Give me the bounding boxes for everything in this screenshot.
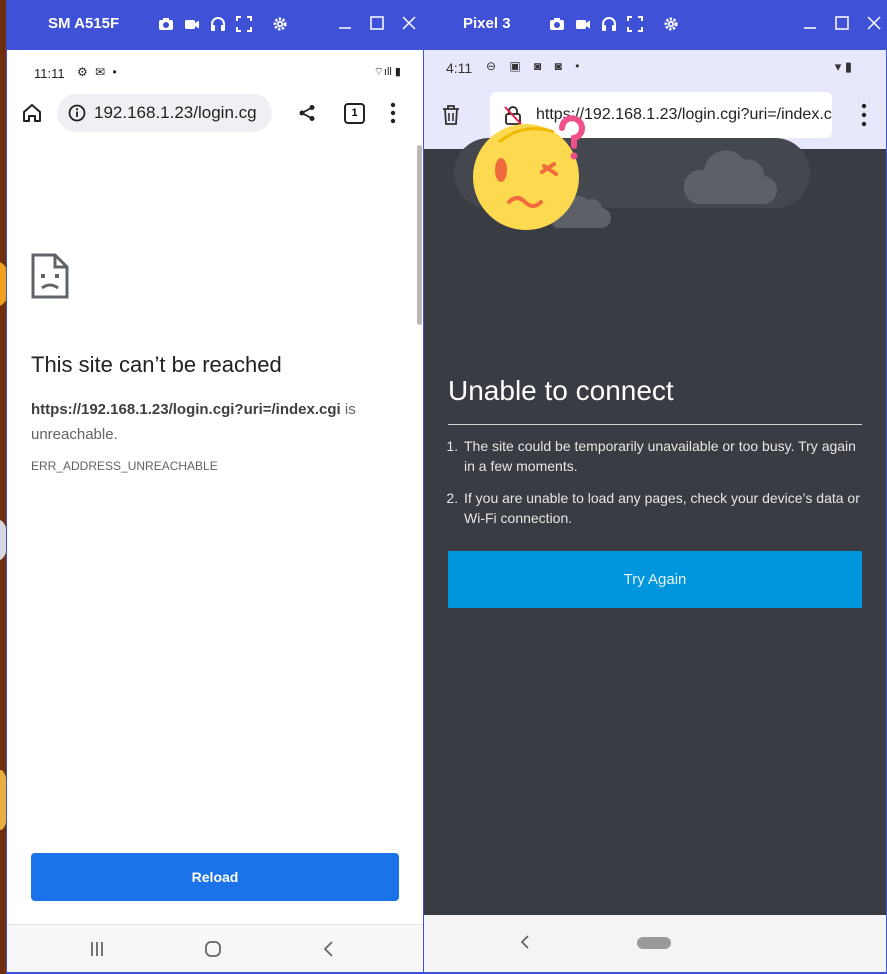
camera-icon[interactable] [549,16,565,32]
camera-icon[interactable] [158,16,174,32]
close-icon[interactable] [865,14,883,32]
close-icon[interactable] [400,14,418,32]
home-gesture-handle[interactable] [637,937,671,949]
share-icon[interactable] [298,104,316,122]
status-system-icons: ▾ ▮ [834,59,852,74]
error-code: ERR_ADDRESS_UNREACHABLE [31,459,218,473]
fullscreen-icon[interactable] [627,16,643,32]
headphones-icon[interactable] [210,16,226,32]
list-item: If you are unable to load any pages, che… [462,488,862,528]
scrollbar[interactable] [417,145,422,325]
try-again-button[interactable]: Try Again [448,551,862,608]
list-item: The site could be temporarily unavailabl… [462,436,862,476]
minimize-icon[interactable] [801,14,819,32]
maximize-icon[interactable] [833,14,851,32]
maximize-icon[interactable] [368,14,386,32]
status-time: 11:11 [34,66,65,81]
browser-toolbar: 192.168.1.23/login.cg 1 [7,94,423,142]
divider [448,424,862,425]
status-bar: 11:11 ⚙ ✉ • ⌔ıll ▮ [7,50,423,94]
reload-button[interactable]: Reload [31,853,399,901]
error-suggestions-list: The site could be temporarily unavailabl… [448,436,862,540]
error-heading: This site can’t be reached [31,352,282,377]
android-nav-bar [424,915,886,972]
status-notification-icons: ⚙ ✉ • [77,65,119,79]
window-sm-a515f: SM A515F 11:11 ⚙ ✉ • ⌔ıll ▮ 192.168.1.23… [6,0,424,974]
gear-icon[interactable] [272,16,288,32]
status-system-icons: ⌔ıll ▮ [373,66,401,78]
more-menu-icon[interactable] [390,102,396,124]
phone-screen: 4:11 ⊖ ▣ ◙ ◙ • ▾ ▮ https://192.168.1.23/… [424,50,886,972]
address-bar[interactable]: 192.168.1.23/login.cg [57,94,272,132]
device-toolbar [549,16,679,32]
window-controls [801,14,883,32]
video-icon[interactable] [575,16,591,32]
error-heading: Unable to connect [448,375,674,406]
phone-screen: 11:11 ⚙ ✉ • ⌔ıll ▮ 192.168.1.23/login.cg… [7,50,423,972]
device-toolbar [158,16,288,32]
status-notification-icons: ⊖ ▣ ◙ ◙ • [486,59,585,73]
info-icon[interactable] [68,104,86,122]
window-titlebar[interactable]: Pixel 3 [423,0,887,50]
fullscreen-icon[interactable] [236,16,252,32]
tab-count-button[interactable]: 1 [344,103,365,124]
android-nav-bar [7,924,423,972]
confused-face-illustration [454,115,810,230]
window-titlebar[interactable]: SM A515F [6,0,424,50]
video-icon[interactable] [184,16,200,32]
headphones-icon[interactable] [601,16,617,32]
broken-page-icon [31,253,69,299]
back-icon[interactable] [518,933,532,951]
more-menu-icon[interactable] [861,103,867,127]
home-nav-icon[interactable] [203,939,223,959]
address-url: 192.168.1.23/login.cg [94,103,257,122]
window-controls [336,14,418,32]
status-bar: 4:11 ⊖ ▣ ◙ ◙ • ▾ ▮ [424,50,886,86]
window-title: SM A515F [48,15,120,32]
error-message: https://192.168.1.23/login.cgi?uri=/inde… [31,397,391,447]
gear-icon[interactable] [663,16,679,32]
back-icon[interactable] [319,939,339,959]
error-url: https://192.168.1.23/login.cgi?uri=/inde… [31,401,341,418]
status-time: 4:11 [446,60,473,76]
minimize-icon[interactable] [336,14,354,32]
home-icon[interactable] [21,102,43,124]
window-pixel-3: Pixel 3 4:11 ⊖ ▣ ◙ ◙ • ▾ ▮ https://192.1… [423,0,887,974]
recents-icon[interactable] [87,939,107,959]
window-title: Pixel 3 [463,15,511,32]
